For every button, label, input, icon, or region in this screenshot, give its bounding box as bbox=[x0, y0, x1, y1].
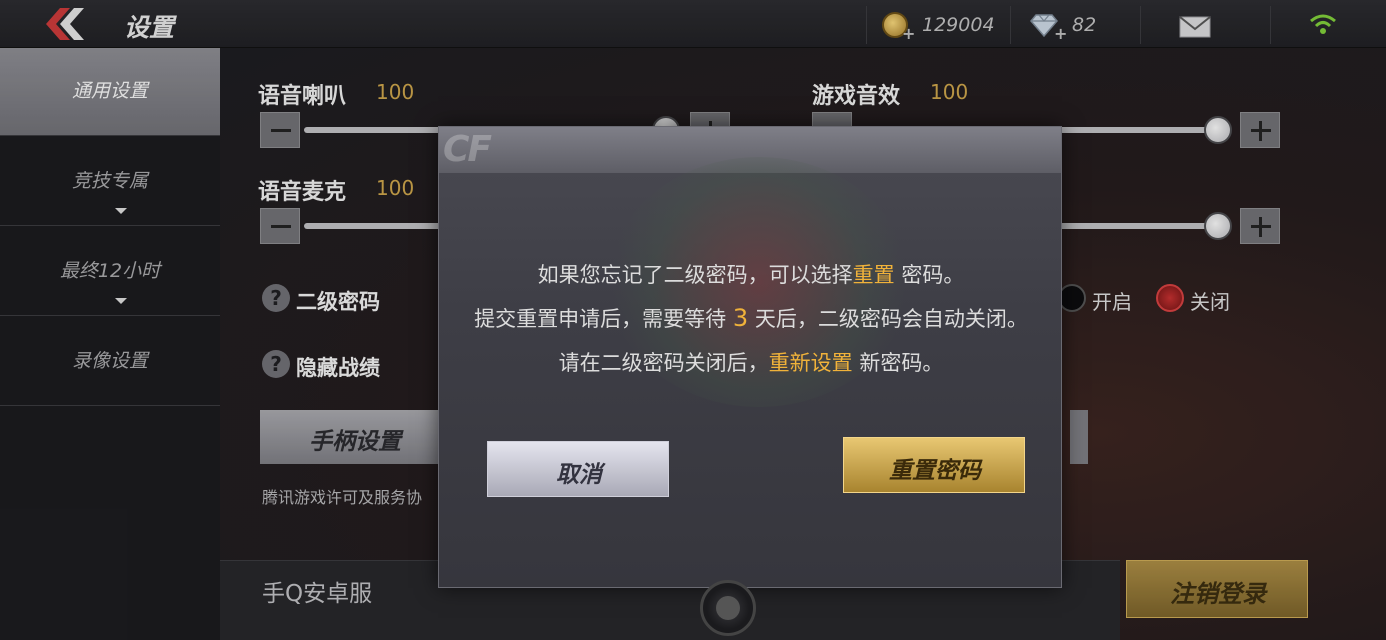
msg-highlight: 重置 bbox=[852, 263, 895, 287]
reset-password-dialog: CF 如果您忘记了二级密码，可以选择重置 密码。 提交重置申请后，需要等待 3 … bbox=[438, 126, 1062, 588]
floating-assist-button[interactable] bbox=[700, 580, 756, 636]
msg-number: 3 bbox=[732, 304, 749, 332]
msg-highlight: 重新设置 bbox=[768, 351, 853, 375]
reset-password-button[interactable]: 重置密码 bbox=[843, 437, 1025, 493]
cancel-label: 取消 bbox=[556, 462, 602, 488]
reset-password-label: 重置密码 bbox=[889, 458, 981, 484]
msg-text: 如果您忘记了二级密码，可以选择 bbox=[537, 263, 853, 287]
cancel-button[interactable]: 取消 bbox=[487, 441, 669, 497]
msg-text: 天后，二级密码会自动关闭。 bbox=[748, 307, 1028, 331]
msg-text: 请在二级密码关闭后， bbox=[558, 351, 769, 375]
cf-logo-icon: CF bbox=[443, 129, 492, 170]
dialog-message-line-3: 请在二级密码关闭后，重新设置 新密码。 bbox=[439, 347, 1061, 377]
msg-text: 提交重置申请后，需要等待 bbox=[474, 307, 733, 331]
msg-text: 密码。 bbox=[894, 263, 965, 287]
dialog-message-line-2: 提交重置申请后，需要等待 3 天后，二级密码会自动关闭。 bbox=[439, 303, 1061, 333]
dialog-message-line-1: 如果您忘记了二级密码，可以选择重置 密码。 bbox=[439, 259, 1061, 289]
msg-text: 新密码。 bbox=[852, 351, 944, 375]
